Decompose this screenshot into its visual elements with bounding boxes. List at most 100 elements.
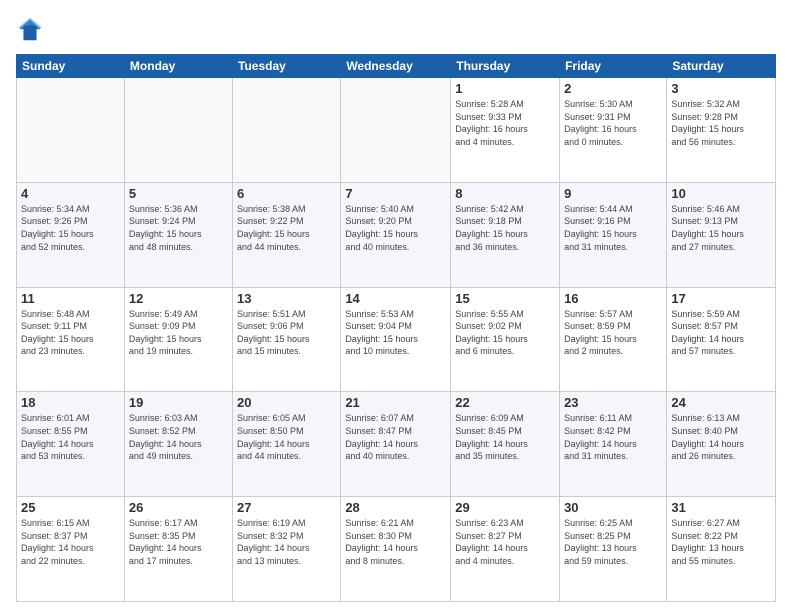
day-info: Sunrise: 5:44 AM Sunset: 9:16 PM Dayligh… [564,203,662,253]
calendar-cell: 23 Sunrise: 6:11 AM Sunset: 8:42 PM Dayli… [560,392,667,497]
day-info: Sunrise: 5:49 AM Sunset: 9:09 PM Dayligh… [129,308,228,358]
day-info: Sunrise: 5:36 AM Sunset: 9:24 PM Dayligh… [129,203,228,253]
day-number: 24 [671,395,771,410]
day-number: 6 [237,186,336,201]
day-number: 2 [564,81,662,96]
day-number: 28 [345,500,446,515]
day-number: 11 [21,291,120,306]
day-number: 12 [129,291,228,306]
week-row-5: 25 Sunrise: 6:15 AM Sunset: 8:37 PM Dayli… [17,497,776,602]
day-info: Sunrise: 5:59 AM Sunset: 8:57 PM Dayligh… [671,308,771,358]
day-number: 3 [671,81,771,96]
day-number: 21 [345,395,446,410]
day-number: 31 [671,500,771,515]
calendar-cell [17,78,125,183]
calendar-cell: 15Sunrise: 5:55 AM Sunset: 9:02 PM Dayli… [451,287,560,392]
calendar-cell: 20 Sunrise: 6:05 AM Sunset: 8:50 PM Dayli… [233,392,341,497]
calendar-cell: 11 Sunrise: 5:48 AM Sunset: 9:11 PM Dayli… [17,287,125,392]
day-info: Sunrise: 6:25 AM Sunset: 8:25 PM Dayligh… [564,517,662,567]
calendar-cell: 24 Sunrise: 6:13 AM Sunset: 8:40 PM Dayli… [667,392,776,497]
day-info: Sunrise: 6:11 AM Sunset: 8:42 PM Dayligh… [564,412,662,462]
day-info: Sunrise: 6:19 AM Sunset: 8:32 PM Dayligh… [237,517,336,567]
weekday-header-row: SundayMondayTuesdayWednesdayThursdayFrid… [17,55,776,78]
day-number: 10 [671,186,771,201]
calendar-cell: 4 Sunrise: 5:34 AM Sunset: 9:26 PM Daylig… [17,182,125,287]
calendar-cell: 31 Sunrise: 6:27 AM Sunset: 8:22 PM Dayli… [667,497,776,602]
day-info: Sunrise: 6:03 AM Sunset: 8:52 PM Dayligh… [129,412,228,462]
weekday-header-monday: Monday [124,55,232,78]
calendar-cell: 29 Sunrise: 6:23 AM Sunset: 8:27 PM Dayli… [451,497,560,602]
day-info: Sunrise: 6:01 AM Sunset: 8:55 PM Dayligh… [21,412,120,462]
day-number: 20 [237,395,336,410]
day-number: 5 [129,186,228,201]
calendar-cell: 7 Sunrise: 5:40 AM Sunset: 9:20 PM Daylig… [341,182,451,287]
day-info: Sunrise: 5:32 AM Sunset: 9:28 PM Dayligh… [671,98,771,148]
calendar-cell: 21Sunrise: 6:07 AM Sunset: 8:47 PM Dayli… [341,392,451,497]
calendar-cell: 13 Sunrise: 5:51 AM Sunset: 9:06 PM Dayli… [233,287,341,392]
calendar-page: SundayMondayTuesdayWednesdayThursdayFrid… [0,0,792,612]
day-info: Sunrise: 6:15 AM Sunset: 8:37 PM Dayligh… [21,517,120,567]
calendar-cell: 6 Sunrise: 5:38 AM Sunset: 9:22 PM Daylig… [233,182,341,287]
calendar-cell: 8 Sunrise: 5:42 AM Sunset: 9:18 PM Daylig… [451,182,560,287]
day-info: Sunrise: 6:27 AM Sunset: 8:22 PM Dayligh… [671,517,771,567]
weekday-header-thursday: Thursday [451,55,560,78]
day-number: 23 [564,395,662,410]
calendar-cell [233,78,341,183]
day-info: Sunrise: 6:09 AM Sunset: 8:45 PM Dayligh… [455,412,555,462]
weekday-header-wednesday: Wednesday [341,55,451,78]
calendar-cell: 25 Sunrise: 6:15 AM Sunset: 8:37 PM Dayli… [17,497,125,602]
day-info: Sunrise: 5:38 AM Sunset: 9:22 PM Dayligh… [237,203,336,253]
day-info: Sunrise: 5:51 AM Sunset: 9:06 PM Dayligh… [237,308,336,358]
day-number: 9 [564,186,662,201]
week-row-1: 1 Sunrise: 5:28 AM Sunset: 9:33 PM Daylig… [17,78,776,183]
day-info: Sunrise: 5:28 AM Sunset: 9:33 PM Dayligh… [455,98,555,148]
day-info: Sunrise: 6:05 AM Sunset: 8:50 PM Dayligh… [237,412,336,462]
day-info: Sunrise: 5:42 AM Sunset: 9:18 PM Dayligh… [455,203,555,253]
calendar-cell: 10Sunrise: 5:46 AM Sunset: 9:13 PM Dayli… [667,182,776,287]
day-number: 19 [129,395,228,410]
calendar-cell: 2Sunrise: 5:30 AM Sunset: 9:31 PM Daylig… [560,78,667,183]
calendar-cell: 26 Sunrise: 6:17 AM Sunset: 8:35 PM Dayli… [124,497,232,602]
day-info: Sunrise: 6:13 AM Sunset: 8:40 PM Dayligh… [671,412,771,462]
calendar-cell: 28Sunrise: 6:21 AM Sunset: 8:30 PM Dayli… [341,497,451,602]
week-row-3: 11 Sunrise: 5:48 AM Sunset: 9:11 PM Dayli… [17,287,776,392]
day-number: 25 [21,500,120,515]
day-number: 1 [455,81,555,96]
day-info: Sunrise: 5:53 AM Sunset: 9:04 PM Dayligh… [345,308,446,358]
day-info: Sunrise: 5:34 AM Sunset: 9:26 PM Dayligh… [21,203,120,253]
calendar-cell [124,78,232,183]
day-info: Sunrise: 6:23 AM Sunset: 8:27 PM Dayligh… [455,517,555,567]
calendar-cell [341,78,451,183]
day-number: 8 [455,186,555,201]
day-number: 22 [455,395,555,410]
day-number: 4 [21,186,120,201]
calendar-cell: 30 Sunrise: 6:25 AM Sunset: 8:25 PM Dayli… [560,497,667,602]
calendar-cell: 5 Sunrise: 5:36 AM Sunset: 9:24 PM Daylig… [124,182,232,287]
day-info: Sunrise: 5:40 AM Sunset: 9:20 PM Dayligh… [345,203,446,253]
day-number: 16 [564,291,662,306]
calendar-cell: 22 Sunrise: 6:09 AM Sunset: 8:45 PM Dayli… [451,392,560,497]
calendar-cell: 19 Sunrise: 6:03 AM Sunset: 8:52 PM Dayli… [124,392,232,497]
calendar-cell: 14Sunrise: 5:53 AM Sunset: 9:04 PM Dayli… [341,287,451,392]
week-row-4: 18Sunrise: 6:01 AM Sunset: 8:55 PM Dayli… [17,392,776,497]
logo [16,16,48,44]
calendar-cell: 16 Sunrise: 5:57 AM Sunset: 8:59 PM Dayli… [560,287,667,392]
day-number: 13 [237,291,336,306]
day-info: Sunrise: 5:57 AM Sunset: 8:59 PM Dayligh… [564,308,662,358]
day-number: 26 [129,500,228,515]
day-number: 17 [671,291,771,306]
week-row-2: 4 Sunrise: 5:34 AM Sunset: 9:26 PM Daylig… [17,182,776,287]
weekday-header-saturday: Saturday [667,55,776,78]
day-info: Sunrise: 6:17 AM Sunset: 8:35 PM Dayligh… [129,517,228,567]
day-number: 27 [237,500,336,515]
day-number: 29 [455,500,555,515]
calendar-cell: 1 Sunrise: 5:28 AM Sunset: 9:33 PM Daylig… [451,78,560,183]
day-number: 30 [564,500,662,515]
calendar-table: SundayMondayTuesdayWednesdayThursdayFrid… [16,54,776,602]
calendar-cell: 27 Sunrise: 6:19 AM Sunset: 8:32 PM Dayli… [233,497,341,602]
day-number: 7 [345,186,446,201]
day-info: Sunrise: 5:48 AM Sunset: 9:11 PM Dayligh… [21,308,120,358]
calendar-cell: 17 Sunrise: 5:59 AM Sunset: 8:57 PM Dayli… [667,287,776,392]
weekday-header-friday: Friday [560,55,667,78]
calendar-cell: 12 Sunrise: 5:49 AM Sunset: 9:09 PM Dayli… [124,287,232,392]
